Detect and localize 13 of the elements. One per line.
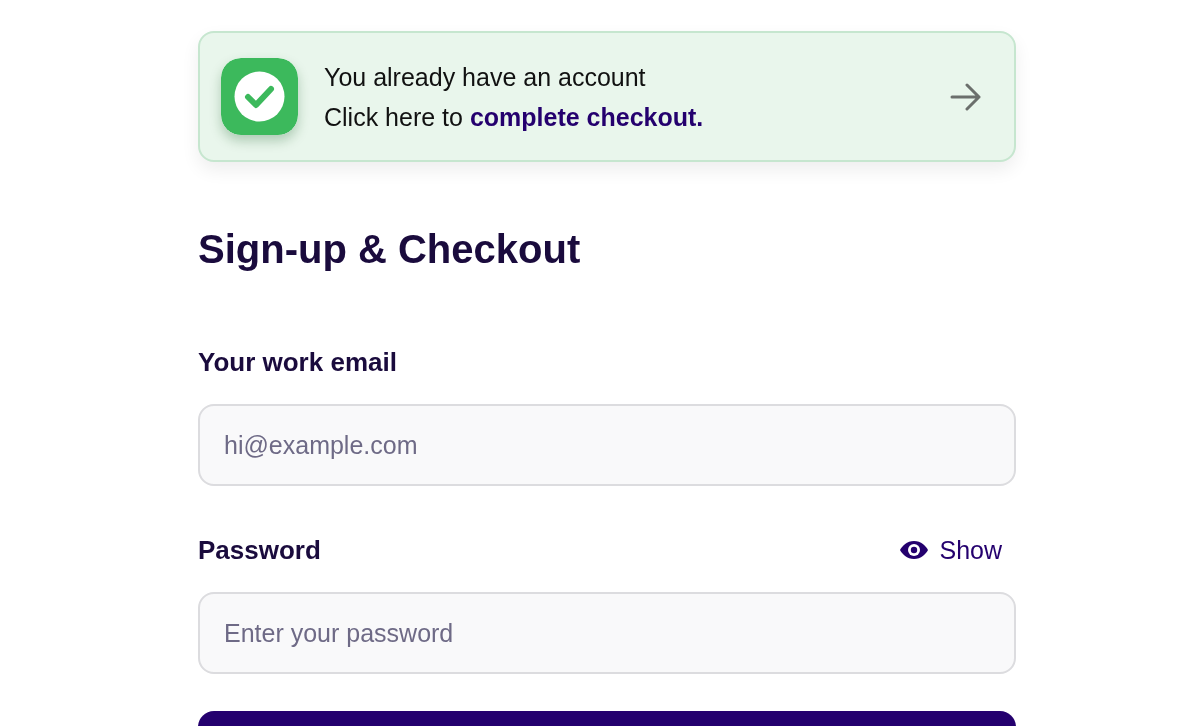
check-icon xyxy=(221,58,298,135)
eye-icon xyxy=(899,540,930,560)
password-field[interactable]: Enter your password xyxy=(198,592,1016,674)
field-label: Your work email xyxy=(198,346,397,378)
field-label: Password xyxy=(198,534,321,566)
arrow-right-icon xyxy=(950,82,982,111)
page-heading: Sign-up & Checkout xyxy=(198,226,582,273)
email-field[interactable]: hi@example.com xyxy=(198,404,1016,486)
notice-card[interactable]: You already have an account Click here to complete checkout. xyxy=(198,31,1016,162)
checkout-link[interactable]: complete checkout. xyxy=(469,102,704,131)
notice-title: You already have an account xyxy=(324,61,647,93)
notice-message: Click here to complete checkout. xyxy=(324,101,705,133)
show-password-toggle[interactable]: Show xyxy=(899,534,1002,566)
